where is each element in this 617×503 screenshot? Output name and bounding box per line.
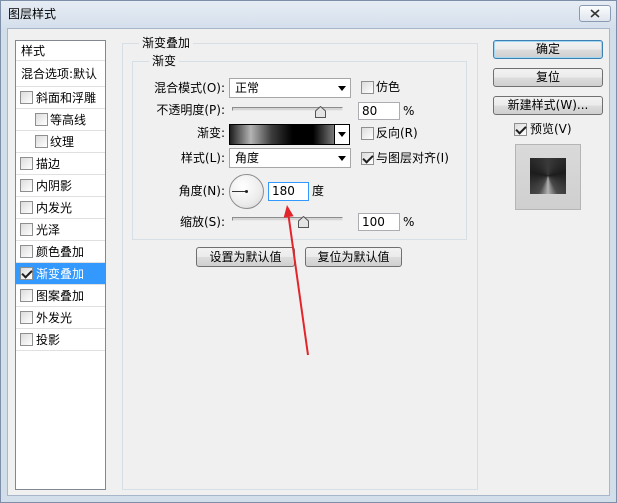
contour-checkbox[interactable] — [35, 113, 48, 126]
gradient-dropdown-button[interactable] — [334, 125, 349, 144]
opacity-input[interactable]: 80 — [358, 102, 400, 120]
style-item-pattern-overlay[interactable]: 图案叠加 — [16, 285, 105, 307]
opacity-slider[interactable] — [232, 104, 343, 118]
style-item-satin[interactable]: 光泽 — [16, 219, 105, 241]
scale-slider-track — [232, 217, 343, 221]
style-item-inner-shadow[interactable]: 内阴影 — [16, 175, 105, 197]
stroke-checkbox[interactable] — [20, 157, 33, 170]
style-item-label: 渐变叠加 — [36, 267, 85, 281]
style-item-label: 光泽 — [36, 223, 61, 237]
style-item-label: 内发光 — [36, 201, 73, 215]
gradient-overlay-title: 渐变叠加 — [139, 36, 194, 50]
dither-checkbox[interactable] — [361, 81, 374, 94]
angle-unit: 度 — [312, 184, 325, 198]
style-item-outer-glow[interactable]: 外发光 — [16, 307, 105, 329]
blend-options-label: 混合选项:默认 — [21, 67, 98, 81]
scale-label: 缩放(S): — [179, 215, 225, 229]
style-item-label: 颜色叠加 — [36, 245, 85, 259]
opacity-unit: % — [403, 104, 415, 118]
style-preview-swatch — [530, 158, 566, 194]
chevron-down-icon — [338, 86, 346, 91]
new-style-button[interactable]: 新建样式(W)... — [493, 96, 603, 115]
style-value: 角度 — [235, 151, 260, 165]
blend-mode-value: 正常 — [235, 81, 260, 95]
style-item-texture[interactable]: 纹理 — [16, 131, 105, 153]
style-item-label: 纹理 — [50, 135, 75, 149]
style-item-inner-glow[interactable]: 内发光 — [16, 197, 105, 219]
style-select[interactable]: 角度 — [229, 148, 351, 168]
style-label: 样式(L): — [180, 151, 225, 165]
reset-button[interactable]: 复位 — [493, 68, 603, 87]
angle-dial-center — [245, 190, 248, 193]
preview-label: 预览(V) — [530, 122, 572, 136]
ok-button[interactable]: 确定 — [493, 40, 603, 59]
style-item-label: 图案叠加 — [36, 289, 85, 303]
style-item-label: 内阴影 — [36, 179, 73, 193]
texture-checkbox[interactable] — [35, 135, 48, 148]
style-item-color-overlay[interactable]: 颜色叠加 — [16, 241, 105, 263]
preview-checkbox[interactable] — [514, 123, 527, 136]
color-overlay-checkbox[interactable] — [20, 245, 33, 258]
style-item-bevel-emboss[interactable]: 斜面和浮雕 — [16, 87, 105, 109]
style-item-label: 外发光 — [36, 311, 73, 325]
blend-mode-label: 混合模式(O): — [154, 81, 225, 95]
reverse-checkbox[interactable] — [361, 127, 374, 140]
style-item-gradient-overlay[interactable]: 渐变叠加 — [16, 263, 105, 285]
styles-list: 样式 混合选项:默认 斜面和浮雕 等高线 纹理 描边 内阴影 内发光 光泽 颜色… — [15, 40, 106, 490]
scale-slider[interactable] — [232, 214, 343, 228]
inner-glow-checkbox[interactable] — [20, 201, 33, 214]
slider-thumb-icon[interactable] — [297, 216, 309, 228]
style-item-stroke[interactable]: 描边 — [16, 153, 105, 175]
gradient-picker[interactable] — [229, 124, 350, 145]
style-item-label: 斜面和浮雕 — [36, 91, 97, 105]
gradient-overlay-checkbox[interactable] — [20, 267, 33, 280]
style-item-drop-shadow[interactable]: 投影 — [16, 329, 105, 351]
opacity-slider-track — [232, 107, 343, 111]
gradient-swatch[interactable] — [230, 125, 334, 144]
close-button[interactable] — [579, 5, 611, 22]
bevel-emboss-checkbox[interactable] — [20, 91, 33, 104]
style-item-contour[interactable]: 等高线 — [16, 109, 105, 131]
angle-input[interactable]: 180 — [268, 182, 309, 201]
dither-label: 仿色 — [376, 80, 401, 94]
chevron-down-icon — [338, 132, 346, 137]
style-item-label: 等高线 — [50, 113, 87, 127]
satin-checkbox[interactable] — [20, 223, 33, 236]
opacity-label: 不透明度(P): — [156, 103, 225, 117]
angle-dial-hand — [232, 191, 246, 192]
align-with-layer-label: 与图层对齐(I) — [376, 151, 449, 165]
scale-input[interactable]: 100 — [358, 213, 400, 231]
window-title: 图层样式 — [8, 7, 57, 21]
inner-shadow-checkbox[interactable] — [20, 179, 33, 192]
styles-header-label: 样式 — [21, 44, 46, 58]
drop-shadow-checkbox[interactable] — [20, 333, 33, 346]
blend-mode-select[interactable]: 正常 — [229, 78, 351, 98]
pattern-overlay-checkbox[interactable] — [20, 289, 33, 302]
style-item-label: 投影 — [36, 333, 61, 347]
reset-to-default-button[interactable]: 复位为默认值 — [305, 247, 402, 267]
align-with-layer-checkbox[interactable] — [361, 152, 374, 165]
gradient-label: 渐变: — [196, 126, 225, 140]
blend-options-item[interactable]: 混合选项:默认 — [16, 61, 105, 87]
scale-unit: % — [403, 215, 415, 229]
angle-label: 角度(N): — [178, 184, 225, 198]
angle-dial-icon[interactable] — [229, 174, 264, 209]
chevron-down-icon — [338, 156, 346, 161]
outer-glow-checkbox[interactable] — [20, 311, 33, 324]
reverse-label: 反向(R) — [376, 126, 418, 140]
slider-thumb-icon[interactable] — [315, 106, 327, 118]
close-icon — [590, 9, 600, 18]
gradient-group-title: 渐变 — [149, 54, 180, 68]
make-default-button[interactable]: 设置为默认值 — [196, 247, 295, 267]
style-item-label: 描边 — [36, 157, 61, 171]
style-preview — [515, 144, 581, 210]
styles-header[interactable]: 样式 — [16, 41, 105, 61]
